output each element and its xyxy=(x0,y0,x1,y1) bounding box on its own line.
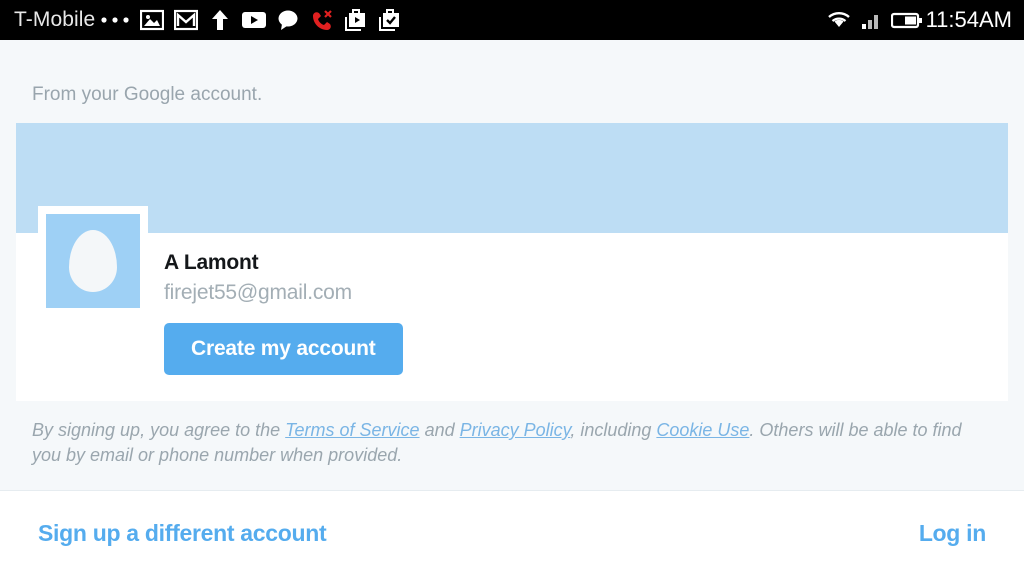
default-egg-avatar xyxy=(46,214,140,308)
terms-of-service-link[interactable]: Terms of Service xyxy=(285,420,419,440)
bottom-bar: Sign up a different account Log in xyxy=(0,490,1024,576)
sign-up-different-account-link[interactable]: Sign up a different account xyxy=(38,520,327,547)
account-name: A Lamont xyxy=(164,251,259,274)
overflow-dots-icon xyxy=(95,0,135,40)
terms-part-2: and xyxy=(419,420,460,440)
account-info: A Lamont firejet55@gmail.com Create my a… xyxy=(164,251,403,375)
status-bar-left: T-Mobile xyxy=(14,0,822,40)
account-email: firejet55@gmail.com xyxy=(164,281,352,304)
signup-card: A Lamont firejet55@gmail.com Create my a… xyxy=(16,123,1008,401)
privacy-policy-link[interactable]: Privacy Policy xyxy=(460,420,571,440)
signal-icon xyxy=(856,0,890,40)
clock-label: 11:54AM xyxy=(925,7,1012,32)
carrier-label: T-Mobile xyxy=(14,8,96,31)
upload-arrow-icon xyxy=(203,0,237,40)
profile-banner xyxy=(16,123,1008,233)
create-my-account-button[interactable]: Create my account xyxy=(164,323,403,375)
terms-part-3: , including xyxy=(570,420,657,440)
missed-call-icon xyxy=(305,0,339,40)
cookie-use-link[interactable]: Cookie Use xyxy=(656,420,749,440)
status-bar: T-Mobile 11:54AM xyxy=(0,0,1024,40)
wifi-icon xyxy=(822,0,856,40)
gmail-icon xyxy=(169,0,203,40)
terms-part-1: By signing up, you agree to the xyxy=(32,420,286,440)
log-in-link[interactable]: Log in xyxy=(919,520,986,547)
photo-icon xyxy=(135,0,169,40)
youtube-icon xyxy=(237,0,271,40)
terms-disclaimer: By signing up, you agree to the Terms of… xyxy=(32,418,984,468)
egg-shape-icon xyxy=(69,230,117,292)
play-store-installed-icon xyxy=(373,0,407,40)
play-store-download-icon xyxy=(339,0,373,40)
signup-page: From your Google account. A Lamont firej… xyxy=(0,40,1024,576)
avatar[interactable] xyxy=(38,206,148,316)
page-subtitle: From your Google account. xyxy=(32,84,263,105)
battery-icon xyxy=(890,0,924,40)
message-bubble-icon xyxy=(271,0,305,40)
status-bar-right: 11:54AM xyxy=(822,0,1012,40)
